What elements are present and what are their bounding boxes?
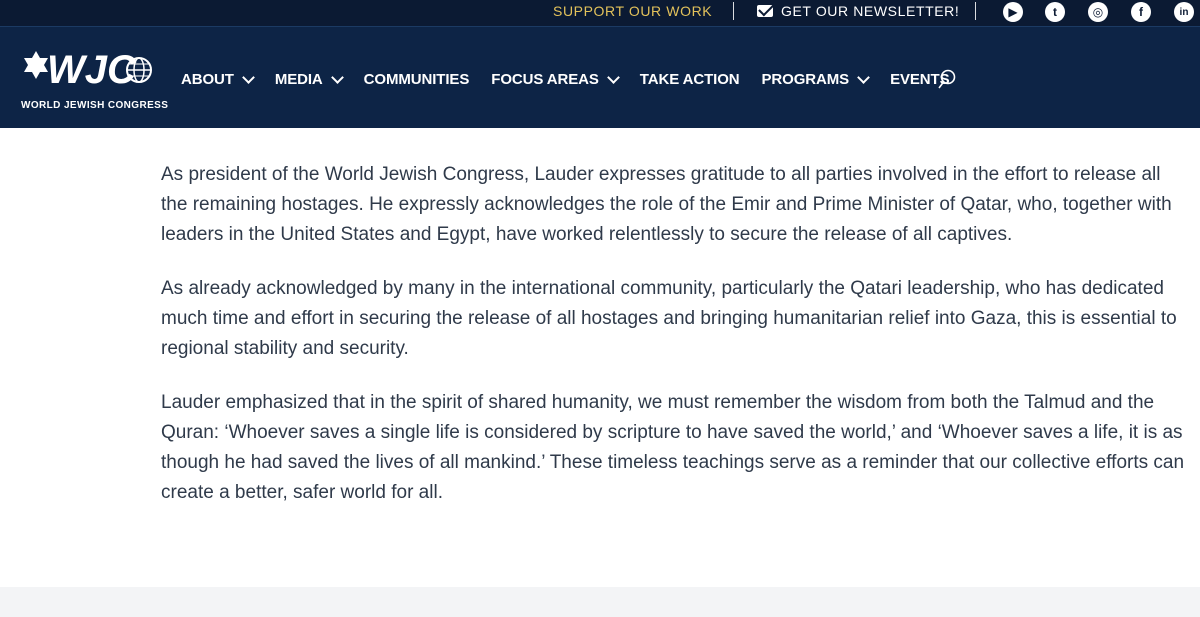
top-utility-bar: SUPPORT OUR WORK GET OUR NEWSLETTER! ▶ t… [0, 0, 1200, 26]
nav-item-label: ABOUT [181, 70, 234, 88]
nav-item-label: TAKE ACTION [639, 70, 740, 88]
divider [975, 2, 976, 20]
clipped-text-fragment [737, 126, 827, 132]
nav-item-communities[interactable]: COMMUNITIES [364, 71, 470, 88]
nav-item-label: FOCUS AREAS [491, 70, 599, 88]
article-paragraph: As already acknowledged by many in the i… [161, 278, 1177, 359]
wjc-logo[interactable]: WJC WORLD JEWISH CONGRESS [21, 45, 168, 113]
chevron-down-icon [330, 70, 344, 84]
nav-item-focus-areas[interactable]: FOCUS AREAS [491, 70, 620, 88]
logo-text: WORLD JEWISH CONGRESS [21, 100, 169, 111]
linkedin-icon[interactable]: in [1174, 2, 1194, 22]
nav-item-take-action[interactable]: TAKE ACTION [640, 71, 740, 88]
article-body: As president of the World Jewish Congres… [161, 160, 1191, 532]
newsletter-label: GET OUR NEWSLETTER! [781, 3, 960, 19]
instagram-icon[interactable]: ◎ [1088, 2, 1108, 22]
wjc-logo-icon: WJC [24, 48, 152, 92]
article-paragraph: As president of the World Jewish Congres… [161, 164, 1172, 245]
article-paragraph: Lauder emphasized that in the spirit of … [161, 392, 1185, 503]
nav-item-label: COMMUNITIES [363, 70, 470, 88]
chevron-down-icon [606, 70, 620, 84]
nav-item-label: PROGRAMS [761, 70, 850, 88]
nav-item-media[interactable]: MEDIA [274, 70, 344, 88]
youtube-icon[interactable]: ▶ [1003, 2, 1023, 22]
main-navigation: WJC WORLD JEWISH CONGRESS ABOUT MEDIA CO… [0, 26, 1200, 128]
facebook-icon[interactable]: f [1131, 2, 1151, 22]
nav-item-about[interactable]: ABOUT [181, 70, 255, 88]
search-icon[interactable] [938, 69, 956, 91]
twitter-icon[interactable]: t [1045, 2, 1065, 22]
mail-icon [757, 5, 773, 17]
chevron-down-icon [241, 70, 255, 84]
divider [733, 2, 734, 20]
nav-item-programs[interactable]: PROGRAMS [761, 70, 870, 88]
footer-section [0, 587, 1200, 617]
newsletter-link[interactable]: GET OUR NEWSLETTER! [757, 3, 959, 19]
chevron-down-icon [857, 70, 870, 84]
support-our-work-link[interactable]: SUPPORT OUR WORK [553, 3, 712, 19]
nav-menu: ABOUT MEDIA COMMUNITIES FOCUS AREAS TAKE… [181, 69, 971, 89]
svg-text:WJC: WJC [47, 48, 137, 92]
nav-item-label: MEDIA [274, 70, 323, 88]
